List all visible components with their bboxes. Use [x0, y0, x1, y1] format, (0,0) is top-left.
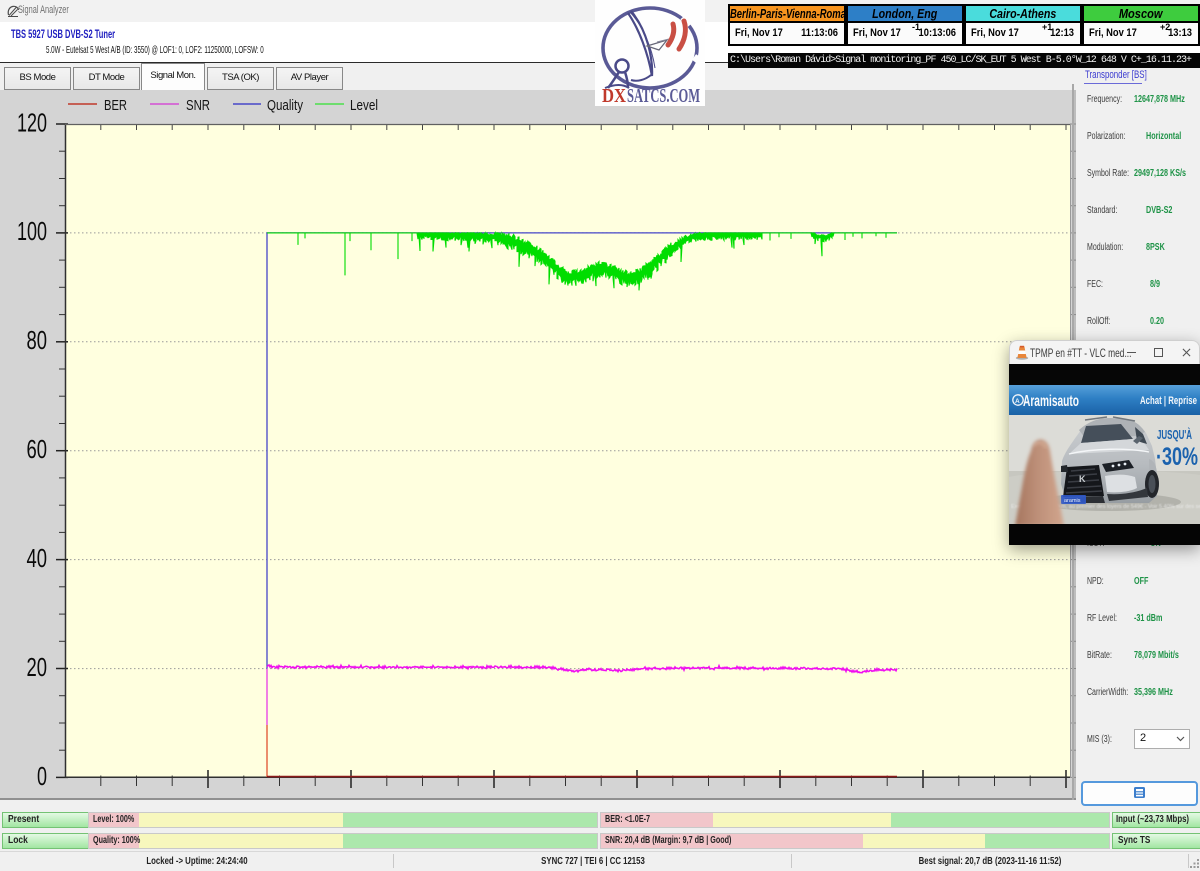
svg-text:Achat | Reprise: Achat | Reprise: [1140, 395, 1197, 407]
svg-text:A: A: [1015, 398, 1020, 405]
svg-text:100: 100: [17, 216, 47, 246]
svg-text:20: 20: [27, 652, 48, 682]
svg-text:K: K: [1079, 474, 1086, 484]
svg-text:0: 0: [37, 761, 47, 791]
svg-text:SNR: SNR: [186, 97, 210, 114]
svg-text:Level: Level: [350, 97, 378, 114]
svg-text:·30%: ·30%: [1156, 443, 1198, 471]
svg-text:40: 40: [27, 543, 48, 573]
svg-text:SATCS.COM: SATCS.COM: [627, 85, 700, 106]
svg-text:Quality: Quality: [267, 97, 303, 114]
svg-text:60: 60: [27, 434, 48, 464]
svg-text:BER: BER: [104, 97, 127, 114]
svg-text:Aramisauto: Aramisauto: [1023, 393, 1079, 410]
svg-text:DX: DX: [602, 85, 626, 106]
svg-text:JUSQU'À: JUSQU'À: [1157, 427, 1192, 442]
svg-text:120: 120: [17, 107, 47, 137]
svg-text:80: 80: [27, 325, 48, 355]
